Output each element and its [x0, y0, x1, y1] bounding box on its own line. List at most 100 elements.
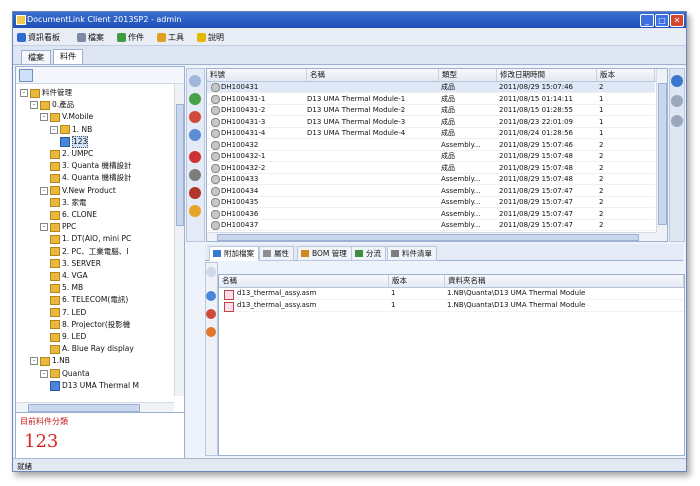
tab-parts[interactable]: 料件 [53, 49, 83, 64]
tree-node[interactable]: 2. UMPC [50, 149, 93, 159]
tree-node[interactable]: 3. 家電 [50, 198, 87, 208]
tree-node[interactable]: 3. SERVER [50, 259, 101, 269]
tree-node[interactable]: - 1. NB [50, 125, 92, 135]
tree-expander-icon[interactable]: - [20, 89, 28, 97]
minimize-button[interactable]: _ [640, 14, 654, 27]
tree-node[interactable]: 5. MB [50, 283, 83, 293]
tree-vertical-scrollbar[interactable] [174, 84, 184, 396]
tree-node[interactable]: 123 [60, 135, 89, 148]
parts-grid-row[interactable]: DH100432-1 成品 2011/08/29 15:07:48 2 [207, 151, 655, 162]
tree-expander-icon[interactable]: - [40, 369, 48, 378]
tree-node[interactable]: D13 UMA Thermal M [50, 380, 139, 391]
remove-file-icon[interactable] [206, 309, 216, 319]
tree-horizontal-scrollbar[interactable] [16, 402, 174, 412]
column-modified[interactable]: 修改日期時間 [497, 69, 597, 81]
tree-expander-icon[interactable]: - [50, 125, 58, 134]
column-file-version[interactable]: 版本 [389, 275, 445, 287]
tab-flow[interactable]: 分流 [351, 246, 386, 261]
tree-node[interactable]: - Quanta [40, 369, 90, 379]
tree-node[interactable]: 4. Quanta 機構設計 [50, 173, 131, 183]
tree-node[interactable]: - PPC [40, 222, 76, 232]
column-part-number[interactable]: 料號 [207, 69, 307, 81]
parts-grid-row[interactable]: DH100431-1 D13 UMA Thermal Module-1 成品 2011… [207, 94, 655, 105]
column-type[interactable]: 類型 [439, 69, 497, 81]
search-icon[interactable] [189, 75, 201, 87]
attachment-row[interactable]: d13_thermal_assy.asm 1 1.NB\Quanta\D13 UMA… [219, 288, 684, 300]
parts-grid-row[interactable]: DH100431-4 D13 UMA Thermal Module-4 成品 2011… [207, 128, 655, 139]
tab-bom[interactable]: BOM 管理 [297, 246, 352, 261]
column-file-name[interactable]: 名稱 [219, 275, 389, 287]
parts-grid-row[interactable]: DH100431 成品 2011/08/29 15:07:46 2 [207, 82, 655, 93]
parts-grid-row[interactable]: DH100432-2 成品 2011/08/29 15:07:48 2 [207, 163, 655, 174]
tree-expander-icon[interactable]: - [40, 223, 48, 232]
tree-node[interactable]: 1. DT(AIO, mini PC [50, 234, 131, 244]
menu-item-tools[interactable]: 工具 [157, 31, 184, 43]
tree-node-label: 7. LED [62, 307, 87, 317]
menu-item-file[interactable]: 檔案 [77, 31, 104, 43]
tree-node[interactable]: 2. PC、工業電腦、I [50, 247, 129, 257]
tab-part-list[interactable]: 料件清單 [387, 246, 437, 261]
category-tree: - 料件管理 -0.產品 - V.Mobile -1. NB 123 2. UMPC 3. Qu… [16, 84, 174, 396]
parts-grid-row[interactable]: DH100431-2 D13 UMA Thermal Module-2 成品 2011… [207, 105, 655, 116]
cell-folder: 1.NB\Quanta\D13 UMA Thermal Module [447, 289, 586, 297]
tree-node[interactable]: - 1.NB [30, 356, 70, 366]
new-file-icon[interactable] [206, 267, 216, 277]
pencil-icon[interactable] [189, 205, 201, 217]
column-folder-name[interactable]: 資料夾名稱 [445, 275, 684, 287]
tab-attachments[interactable]: 附加檔案 [209, 246, 259, 261]
tree-node[interactable]: 6. CLONE [50, 210, 97, 220]
parts-grid-row[interactable]: DH100436 Assembly... 2011/08/29 15:07:47 2 [207, 209, 655, 220]
tree-node[interactable]: 7. LED [50, 308, 86, 318]
export-file-icon[interactable] [206, 327, 216, 337]
tree-node[interactable]: - V.New Product [40, 186, 116, 196]
scroll-thumb[interactable] [28, 404, 140, 412]
tree-node[interactable]: A. Blue Ray display [50, 344, 134, 354]
tree-expander-icon[interactable]: - [40, 186, 48, 195]
tab-properties[interactable]: 屬性 [259, 246, 294, 261]
tree-node[interactable]: 6. TELECOM(電訊) [50, 295, 128, 305]
maximize-button[interactable]: □ [655, 14, 669, 27]
add-icon[interactable] [189, 93, 201, 105]
structure-icon[interactable] [189, 187, 201, 199]
tree-node[interactable]: 8. Projector(投影機 [50, 320, 130, 330]
refresh-icon[interactable] [189, 151, 201, 163]
menu-item-dashboard[interactable]: 資訊看板 [17, 31, 60, 43]
tree-expander-icon[interactable]: - [40, 113, 48, 122]
category-tree-panel: - 料件管理 -0.產品 - V.Mobile -1. NB 123 2. UMPC 3. Qu… [15, 66, 185, 413]
scroll-thumb[interactable] [658, 83, 667, 225]
tree-node[interactable]: - 料件管理 [20, 88, 72, 98]
scroll-thumb[interactable] [217, 234, 639, 241]
tab-files[interactable]: 檔案 [21, 50, 51, 64]
menu-item-help[interactable]: 說明 [197, 31, 224, 43]
tag-icon[interactable] [189, 169, 201, 181]
list-icon[interactable] [671, 115, 683, 127]
parts-grid-row[interactable]: DH100437 Assembly... 2011/08/29 15:07:47 2 [207, 220, 655, 231]
column-name[interactable]: 名稱 [307, 69, 439, 81]
tree-node[interactable]: 4. VGA [50, 271, 88, 281]
tree-node[interactable]: 3. Quanta 機構設計 [50, 161, 131, 171]
open-file-icon[interactable] [206, 291, 216, 301]
menu-item-part[interactable]: 作件 [117, 31, 144, 43]
edit-icon[interactable] [189, 129, 201, 141]
tree-expander-icon[interactable]: - [30, 101, 38, 110]
detail-icon[interactable] [671, 75, 683, 87]
column-version[interactable]: 版本 [597, 69, 655, 81]
parts-grid-row[interactable]: DH100431-3 D13 UMA Thermal Module-3 成品 2011… [207, 117, 655, 128]
parts-grid-row[interactable]: DH100433 Assembly... 2011/08/29 15:07:48 2 [207, 174, 655, 185]
tree-expander-icon[interactable]: - [30, 357, 38, 366]
delete-icon[interactable] [189, 111, 201, 123]
tree-node[interactable]: - 0.產品 [30, 100, 74, 110]
attachment-row[interactable]: d13_thermal_assy.asm 1 1.NB\Quanta\D13 UMA… [219, 300, 684, 312]
scroll-thumb[interactable] [176, 104, 184, 226]
user-icon[interactable] [671, 95, 683, 107]
parts-grid-vertical-scrollbar[interactable] [656, 69, 667, 241]
refresh-tree-icon[interactable] [19, 69, 33, 82]
tree-node[interactable]: 9. LED [50, 332, 86, 342]
cell-date: 2011/08/15 01:28:55 [499, 106, 574, 114]
parts-grid-row[interactable]: DH100432 Assembly... 2011/08/29 15:07:46 2 [207, 140, 655, 151]
close-button[interactable]: ✕ [670, 14, 684, 27]
parts-grid-row[interactable]: DH100434 Assembly... 2011/08/29 15:07:47 2 [207, 186, 655, 197]
parts-grid-horizontal-scrollbar[interactable] [207, 232, 657, 241]
tree-node[interactable]: - V.Mobile [40, 112, 93, 122]
parts-grid-row[interactable]: DH100435 Assembly... 2011/08/29 15:07:47 2 [207, 197, 655, 208]
